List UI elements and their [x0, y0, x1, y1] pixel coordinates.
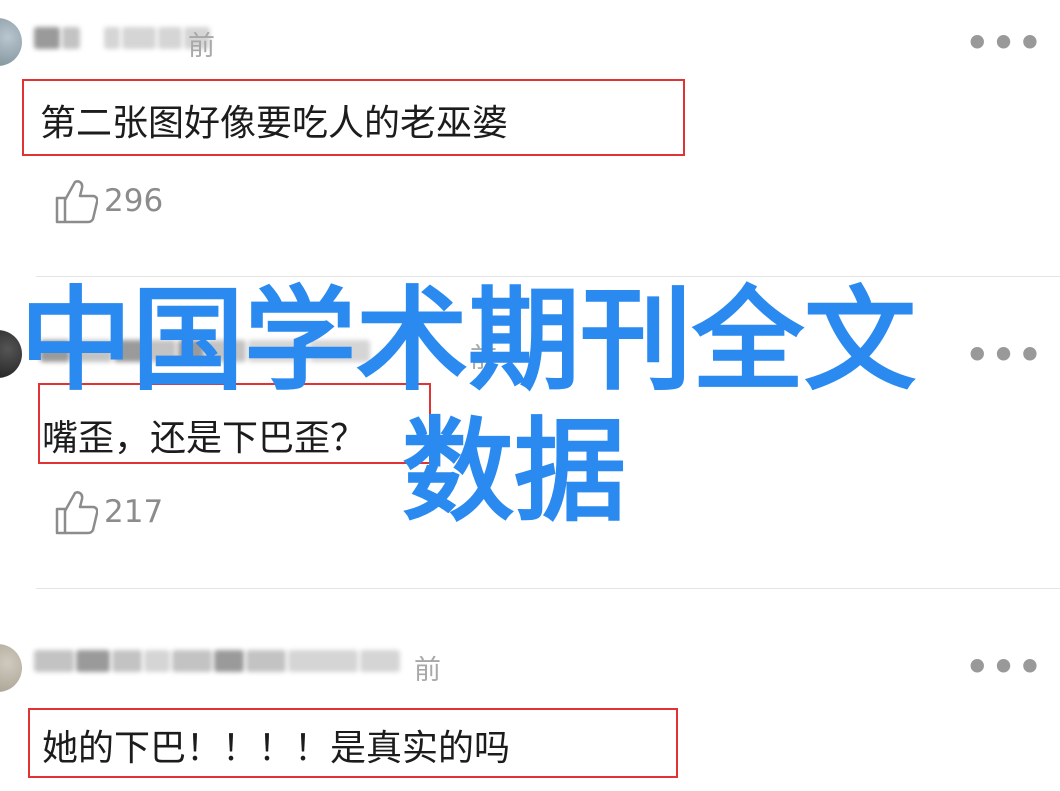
username-blurred[interactable] — [34, 650, 402, 672]
comment-timestamp: 前 — [188, 31, 215, 62]
comment-text: 第二张图好像要吃人的老巫婆 — [40, 103, 509, 144]
avatar[interactable] — [0, 644, 22, 692]
comment-text: 嘴歪，还是下巴歪？ — [42, 418, 367, 459]
avatar[interactable] — [0, 330, 22, 378]
comment-text: 她的下巴！！！！是真实的吗 — [42, 728, 511, 769]
like-button[interactable]: 296 — [54, 178, 163, 224]
like-count: 217 — [104, 494, 164, 530]
watermark-text-line1: 中国学术期刊全文 — [20, 276, 916, 406]
like-button[interactable]: 217 — [54, 489, 163, 535]
thumbs-up-icon — [55, 491, 98, 535]
comment-timestamp: 前 — [414, 655, 441, 686]
more-options-icon[interactable]: ••• — [965, 648, 1044, 686]
watermark-text-line2: 数据 — [402, 407, 626, 537]
like-count: 296 — [104, 183, 164, 219]
more-options-icon[interactable]: ••• — [965, 336, 1044, 374]
avatar[interactable] — [0, 18, 22, 66]
thumbs-up-icon — [55, 180, 98, 224]
username-blurred[interactable] — [34, 27, 212, 49]
divider — [36, 588, 1060, 589]
more-options-icon[interactable]: ••• — [965, 24, 1044, 62]
